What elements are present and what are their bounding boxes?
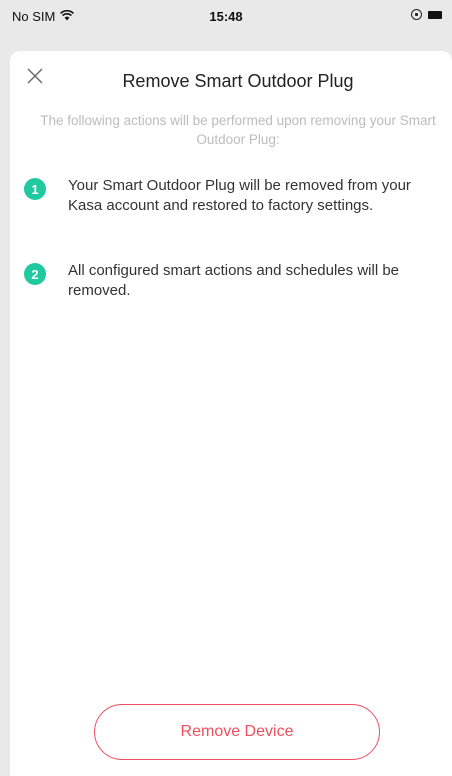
step-item: 2 All configured smart actions and sched… [24,261,442,301]
step-number-badge: 2 [24,263,46,285]
status-bar: No SIM 15:48 [0,0,452,40]
status-right [411,9,442,20]
page-title: Remove Smart Outdoor Plug [122,71,354,91]
clock: 15:48 [209,9,243,24]
step-item: 1 Your Smart Outdoor Plug will be remove… [24,176,442,216]
step-text: Your Smart Outdoor Plug will be removed … [68,177,411,214]
remove-device-sheet: Remove Smart Outdoor Plug The following … [10,51,452,776]
rotation-lock-icon [411,9,422,20]
battery-icon [428,10,442,19]
screen: No SIM 15:48 Remove Smart Outdoor Plug T… [0,0,452,776]
subtitle: The following actions will be performed … [40,113,436,147]
step-number-badge: 1 [24,178,46,200]
step-text: All configured smart actions and schedul… [68,262,400,299]
remove-device-button[interactable]: Remove Device [94,704,380,760]
